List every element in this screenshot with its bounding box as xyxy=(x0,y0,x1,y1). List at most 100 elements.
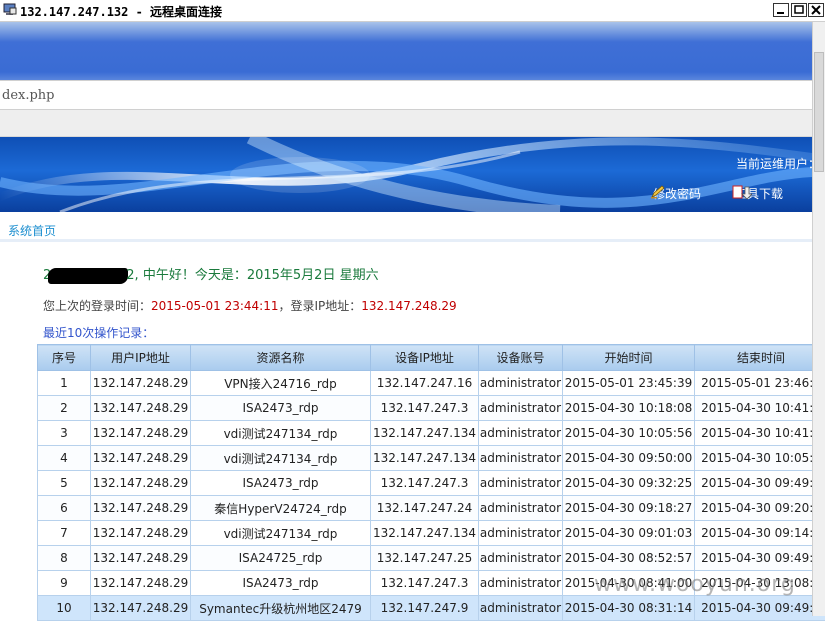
table-cell: 132.147.248.29 xyxy=(91,421,191,446)
table-row[interactable]: 3132.147.248.29vdi测试247134_rdp132.147.24… xyxy=(38,421,825,446)
table-cell: 2015-04-30 10:18:08 xyxy=(563,396,695,421)
table-cell: ISA2473_rdp xyxy=(191,571,371,596)
change-password-link[interactable]: 修改密码 xyxy=(650,185,701,202)
table-cell: ISA24725_rdp xyxy=(191,546,371,571)
browser-command-bar xyxy=(0,110,812,137)
column-header[interactable]: 设备账号 xyxy=(479,345,563,371)
table-row[interactable]: 10132.147.248.29Symantec升级杭州地区2479132.14… xyxy=(38,596,825,621)
tool-download-link[interactable]: 工具下载 xyxy=(732,185,783,202)
breadcrumb: 系统首页 xyxy=(0,214,812,242)
table-row[interactable]: 8132.147.248.29ISA24725_rdp132.147.247.2… xyxy=(38,546,825,571)
maximize-button[interactable] xyxy=(791,3,807,17)
table-row[interactable]: 5132.147.248.29ISA2473_rdp132.147.247.3a… xyxy=(38,471,825,496)
address-bar[interactable]: dex.php xyxy=(0,80,812,110)
minimize-button[interactable] xyxy=(773,3,789,17)
table-cell: 132.147.247.16 xyxy=(371,371,479,396)
watermark-text: www.wooyun.org xyxy=(594,572,796,597)
table-cell: 9 xyxy=(38,571,91,596)
table-row[interactable]: 7132.147.248.29vdi测试247134_rdp132.147.24… xyxy=(38,521,825,546)
table-cell: 132.147.247.25 xyxy=(371,546,479,571)
table-cell: 132.147.247.24 xyxy=(371,496,479,521)
close-button[interactable] xyxy=(808,3,824,17)
table-cell: administrator xyxy=(479,446,563,471)
table-cell: 4 xyxy=(38,446,91,471)
table-cell: 2015-05-01 23:45:39 xyxy=(563,371,695,396)
table-cell: administrator xyxy=(479,546,563,571)
table-cell: administrator xyxy=(479,521,563,546)
table-cell: 132.147.248.29 xyxy=(91,496,191,521)
table-cell: 2015-04-30 08:52:57 xyxy=(563,546,695,571)
table-cell: ISA2473_rdp xyxy=(191,396,371,421)
browser-toolbar-band xyxy=(0,22,812,80)
home-link[interactable]: 系统首页 xyxy=(8,222,56,239)
table-cell: administrator xyxy=(479,371,563,396)
table-cell: 7 xyxy=(38,521,91,546)
table-cell: 5 xyxy=(38,471,91,496)
table-cell: 2015-04-30 09:49:1 xyxy=(695,546,825,571)
column-header[interactable]: 资源名称 xyxy=(191,345,371,371)
table-cell: 2015-04-30 10:05:0 xyxy=(695,446,825,471)
table-cell: 2015-04-30 09:14:2 xyxy=(695,521,825,546)
column-header[interactable]: 序号 xyxy=(38,345,91,371)
window-title: 132.147.247.132 - 远程桌面连接 xyxy=(20,3,222,20)
table-cell: administrator xyxy=(479,496,563,521)
table-cell: 2015-04-30 09:20:0 xyxy=(695,496,825,521)
table-row[interactable]: 6132.147.248.29秦信HyperV24724_rdp132.147.… xyxy=(38,496,825,521)
address-text[interactable]: dex.php xyxy=(2,88,55,103)
last-login-info: 您上次的登录时间：2015-05-01 23:44:11，登录IP地址：132.… xyxy=(43,297,457,314)
column-header[interactable]: 开始时间 xyxy=(563,345,695,371)
table-cell: administrator xyxy=(479,396,563,421)
last-login-time-label: 您上次的登录时间： xyxy=(43,299,151,313)
table-cell: 2015-04-30 10:41:2 xyxy=(695,396,825,421)
remote-desktop-icon xyxy=(3,3,17,17)
table-cell: 2015-04-30 09:32:25 xyxy=(563,471,695,496)
current-operator-label: 当前运维用户： xyxy=(736,155,812,172)
maximize-icon xyxy=(792,4,806,16)
table-row[interactable]: 1132.147.248.29VPN接入24716_rdp132.147.247… xyxy=(38,371,825,396)
table-cell: 2 xyxy=(38,396,91,421)
records-title: 最近10次操作记录： xyxy=(43,324,154,341)
table-cell: Symantec升级杭州地区2479 xyxy=(191,596,371,621)
table-row[interactable]: 2132.147.248.29ISA2473_rdp132.147.247.3a… xyxy=(38,396,825,421)
table-cell: administrator xyxy=(479,471,563,496)
table-cell: 132.147.247.134 xyxy=(371,521,479,546)
table-cell: 2015-05-01 23:46:4 xyxy=(695,371,825,396)
table-cell: 132.147.248.29 xyxy=(91,521,191,546)
table-cell: 132.147.248.29 xyxy=(91,546,191,571)
column-header[interactable]: 结束时间 xyxy=(695,345,825,371)
column-header[interactable]: 用户IP地址 xyxy=(91,345,191,371)
table-cell: 2015-04-30 09:01:03 xyxy=(563,521,695,546)
table-cell: 132.147.247.3 xyxy=(371,571,479,596)
table-cell: 2015-04-30 10:05:56 xyxy=(563,421,695,446)
table-cell: 2015-04-30 09:49:0 xyxy=(695,471,825,496)
table-cell: 2015-04-30 10:41:5 xyxy=(695,421,825,446)
vertical-scrollbar[interactable] xyxy=(812,22,825,616)
table-cell: administrator xyxy=(479,421,563,446)
table-cell: 132.147.248.29 xyxy=(91,571,191,596)
table-cell: 2015-04-30 09:49:2 xyxy=(695,596,825,621)
table-cell: vdi测试247134_rdp xyxy=(191,421,371,446)
table-cell: 132.147.247.134 xyxy=(371,446,479,471)
table-cell: 3 xyxy=(38,421,91,446)
table-cell: 132.147.247.9 xyxy=(371,596,479,621)
close-icon xyxy=(809,4,823,16)
table-cell: 132.147.247.3 xyxy=(371,396,479,421)
table-cell: 132.147.247.3 xyxy=(371,471,479,496)
last-login-ip-label: ，登录IP地址： xyxy=(278,299,361,313)
table-cell: 2015-04-30 09:50:00 xyxy=(563,446,695,471)
last-login-time: 2015-05-01 23:44:11 xyxy=(151,299,278,313)
scrollbar-thumb[interactable] xyxy=(814,52,824,172)
table-cell: administrator xyxy=(479,596,563,621)
table-cell: 1 xyxy=(38,371,91,396)
table-row[interactable]: 4132.147.248.29vdi测试247134_rdp132.147.24… xyxy=(38,446,825,471)
column-header[interactable]: 设备IP地址 xyxy=(371,345,479,371)
table-cell: 2015-04-30 09:18:27 xyxy=(563,496,695,521)
table-cell: 8 xyxy=(38,546,91,571)
window-titlebar[interactable]: 132.147.247.132 - 远程桌面连接 xyxy=(0,0,825,22)
last-login-ip: 132.147.248.29 xyxy=(361,299,456,313)
table-cell: 132.147.248.29 xyxy=(91,471,191,496)
header-banner: 当前运维用户： 修改密码 工具下载 xyxy=(0,137,812,212)
table-cell: 132.147.248.29 xyxy=(91,446,191,471)
greeting-text: 22, 中午好！今天是：2015年5月2日 星期六 xyxy=(43,264,379,284)
table-cell: 132.147.248.29 xyxy=(91,396,191,421)
